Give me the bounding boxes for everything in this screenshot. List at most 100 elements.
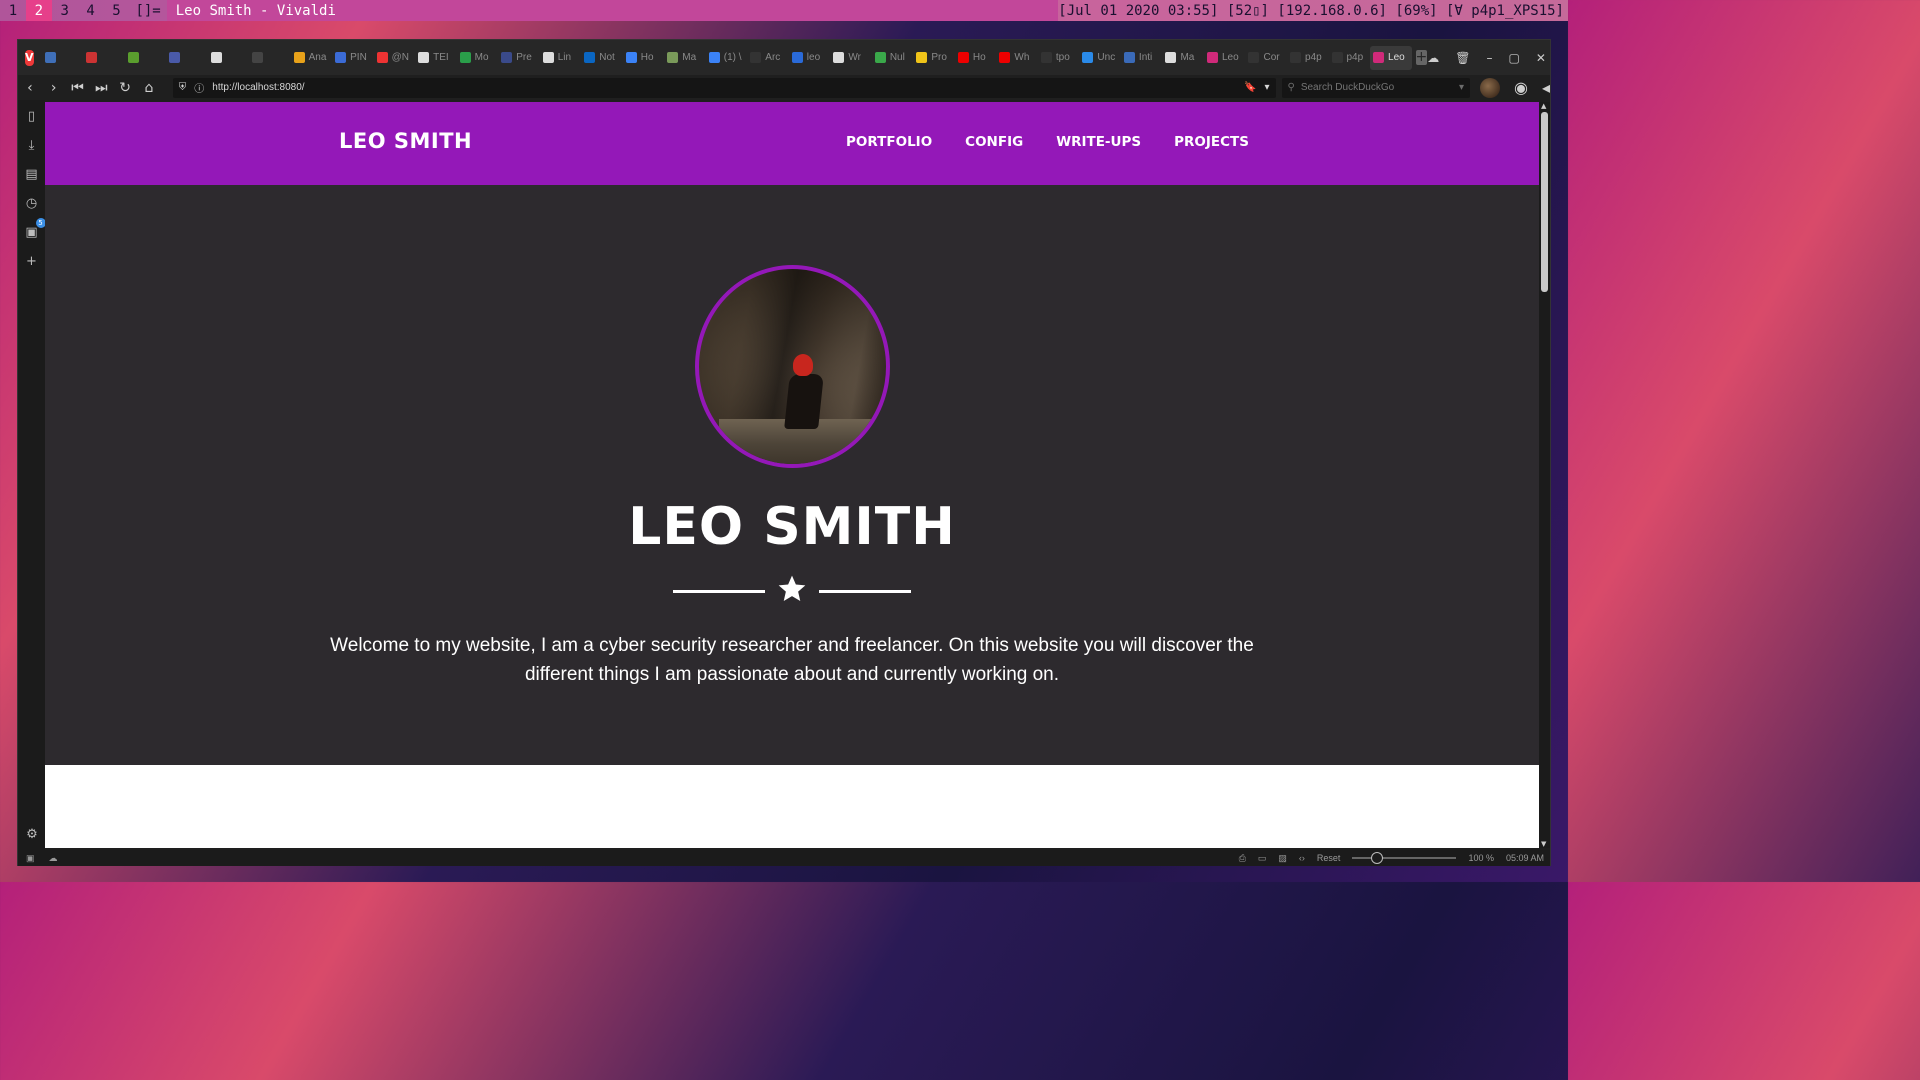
close-button[interactable]: ✕ [1536,51,1546,65]
trash-icon[interactable]: 🗑 [1455,51,1470,65]
browser-tab[interactable]: Leo [1204,46,1246,70]
nav-link-config[interactable]: CONFIG [965,134,1023,150]
tab-favicon-icon [293,52,305,63]
tile-icon[interactable]: ▭ [1258,853,1267,864]
tab-favicon-icon [1040,52,1052,63]
browser-tab[interactable]: Pro [913,46,955,70]
zoom-reset-button[interactable]: Reset [1317,853,1341,863]
search-field[interactable]: ⚲ ▾ [1281,77,1470,98]
browser-tab[interactable]: Arc [747,46,789,70]
rewind-icon[interactable]: ⏮ [66,80,90,96]
site-brand[interactable]: LEO SMITH [339,129,472,153]
images-icon[interactable]: ▨ [1278,853,1287,864]
tab-favicon-icon [708,52,720,63]
workspace-1[interactable]: 1 [0,0,26,21]
browser-tab[interactable]: Unc [1079,46,1121,70]
search-input[interactable] [1300,82,1453,93]
browser-tab[interactable]: tpo [1038,46,1080,70]
browser-tab[interactable] [208,46,250,70]
workspace-3[interactable]: 3 [52,0,78,21]
downloads-icon[interactable]: ⤓ [24,137,40,153]
tab-favicon-icon [1331,52,1343,63]
window-title: Leo Smith - Vivaldi [166,0,1059,21]
workspace-4[interactable]: 4 [78,0,104,21]
browser-tab[interactable]: Wr [830,46,872,70]
tab-favicon-icon [501,52,513,63]
zoom-slider-knob[interactable] [1370,852,1383,864]
browser-tab[interactable]: Nul [872,46,914,70]
window-panel-icon[interactable]: ▣ 5 [24,218,46,240]
browser-tab[interactable] [83,46,125,70]
add-panel-icon[interactable]: + [24,253,40,269]
browser-tab[interactable]: Not [581,46,623,70]
bookmarks-icon[interactable]: ▯ [24,108,40,124]
scrollbar-thumb[interactable] [1541,112,1548,292]
tab-label: Unc [1097,52,1116,63]
layout-indicator[interactable]: []= [129,3,166,19]
browser-tab[interactable]: PIN [332,46,374,70]
browser-tab[interactable]: TEI [415,46,457,70]
zoom-slider[interactable] [1352,852,1457,864]
browser-tab[interactable]: Lin [540,46,582,70]
home-icon[interactable]: ⌂ [137,80,161,96]
browser-tab[interactable]: p4p [1287,46,1329,70]
page-actions-icon[interactable]: ‹› [1299,853,1305,863]
history-icon[interactable]: ◷ [24,195,40,211]
reload-icon[interactable]: ↻ [113,80,137,96]
browser-tab[interactable]: Ma [664,46,706,70]
nav-link-write-ups[interactable]: WRITE-UPS [1056,134,1141,150]
browser-tab[interactable]: Ho [623,46,665,70]
page-scrollbar[interactable]: ▲ ▼ [1539,102,1550,848]
fast-forward-icon[interactable]: ⏭ [89,80,113,96]
vivaldi-menu-icon[interactable]: V [25,49,34,66]
nav-link-portfolio[interactable]: PORTFOLIO [846,134,932,150]
browser-tab[interactable]: p4p [1329,46,1371,70]
browser-tab[interactable]: Cor [1245,46,1287,70]
bookmark-icon[interactable]: 🔖 [1244,82,1256,93]
extension-icon[interactable]: ◉ [1514,78,1528,97]
forward-icon[interactable]: › [42,80,66,96]
sidebar-badge: 5 [35,218,46,228]
browser-tab[interactable]: Pre [498,46,540,70]
browser-tab[interactable] [125,46,167,70]
workspace-5[interactable]: 5 [104,0,130,21]
scroll-down-icon[interactable]: ▼ [1541,840,1546,848]
url-field[interactable]: ⛨ ⓘ http://localhost:8080/ 🔖 ▾ [172,77,1276,98]
tab-favicon-icon [916,52,928,63]
nav-link-projects[interactable]: PROJECTS [1174,134,1249,150]
site-info-icon[interactable]: ⓘ [194,80,204,95]
browser-tab[interactable]: Inti [1121,46,1163,70]
browser-tab[interactable] [249,46,291,70]
browser-tab[interactable]: @N [374,46,416,70]
browser-tab[interactable]: Ho [955,46,997,70]
capture-icon[interactable]: ⎙ [1239,853,1246,864]
search-engine-dropdown-icon[interactable]: ▾ [1459,82,1464,93]
shield-icon[interactable]: ⛨ [179,82,187,93]
workspace-2[interactable]: 2 [25,0,52,21]
browser-tab[interactable]: Mo [457,46,499,70]
url-dropdown-icon[interactable]: ▾ [1264,82,1269,93]
browser-tab[interactable]: Ana [291,46,333,70]
browser-tab[interactable] [42,46,84,70]
browser-tab[interactable]: Ma [1162,46,1204,70]
sync-cloud-icon[interactable]: ☁ [1427,51,1439,65]
back-icon[interactable]: ‹ [18,80,42,96]
browser-tab[interactable]: (1) \ [706,46,748,70]
browser-tab[interactable]: Leo [1370,45,1412,70]
panel-toggle-button[interactable]: ▣ [26,853,35,864]
tab-favicon-icon [169,52,181,63]
notes-icon[interactable]: ▤ [24,166,40,182]
profile-avatar[interactable] [1480,77,1500,98]
maximize-button[interactable]: ▢ [1508,51,1519,65]
scroll-up-icon[interactable]: ▲ [1541,102,1546,110]
settings-gear-icon[interactable]: ⚙ [24,826,40,842]
browser-tab[interactable]: Wh [996,46,1038,70]
sync-status-icon[interactable]: ☁ [49,853,58,864]
panel-toggle-icon[interactable]: ◂ [1542,78,1550,97]
browser-tab[interactable]: leo [789,46,831,70]
new-tab-button[interactable]: + [1415,50,1428,65]
minimize-button[interactable]: – [1486,51,1492,65]
tab-favicon-icon [625,52,637,63]
browser-tab[interactable] [166,46,208,70]
url-text[interactable]: http://localhost:8080/ [212,82,1236,93]
